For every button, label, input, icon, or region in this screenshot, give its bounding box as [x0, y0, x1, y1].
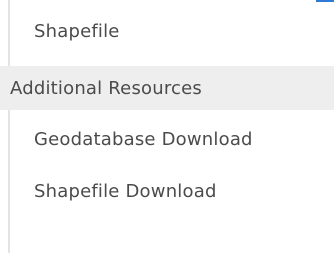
top-link-fragment	[316, 0, 334, 2]
menu-item-label: Shapefile Download	[34, 180, 217, 202]
menu-item-shapefile[interactable]: Shapefile	[10, 13, 334, 49]
resource-menu-panel: Shapefile Additional Resources Geodataba…	[0, 0, 334, 253]
menu-item-shapefile-download[interactable]: Shapefile Download	[10, 170, 334, 212]
menu-item-label: Shapefile	[34, 20, 120, 42]
menu-group-additional-resources: Additional Resources	[0, 66, 334, 110]
menu-group-label: Additional Resources	[10, 77, 203, 99]
menu-item-geodatabase-download[interactable]: Geodatabase Download	[10, 118, 334, 160]
menu-item-label: Geodatabase Download	[34, 128, 253, 150]
